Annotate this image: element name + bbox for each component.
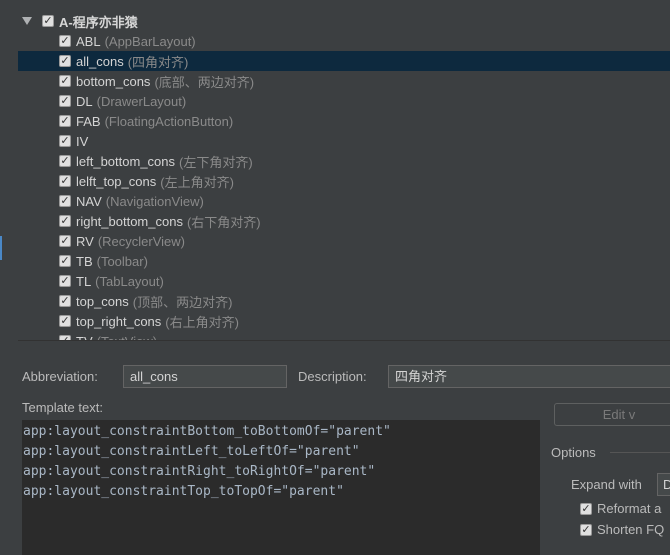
template-abbreviation: top_right_cons [76, 313, 162, 329]
template-item-checkbox[interactable]: ✓ [59, 135, 71, 147]
template-abbreviation: lelft_top_cons [76, 173, 157, 189]
template-description: (RecyclerView) [97, 233, 185, 249]
template-abbreviation: left_bottom_cons [76, 153, 176, 169]
template-description: (TabLayout) [95, 273, 164, 289]
description-label: Description: [298, 369, 367, 384]
template-item-checkbox[interactable]: ✓ [59, 275, 71, 287]
template-item-checkbox[interactable]: ✓ [59, 215, 71, 227]
template-description: (右上角对齐) [165, 314, 239, 330]
reformat-label: Reformat a [597, 501, 662, 516]
template-item-checkbox[interactable]: ✓ [59, 55, 71, 67]
template-item-checkbox[interactable]: ✓ [59, 335, 71, 340]
template-item-checkbox[interactable]: ✓ [59, 155, 71, 167]
template-abbreviation: top_cons [76, 293, 129, 309]
template-item-checkbox[interactable]: ✓ [59, 295, 71, 307]
template-item-row[interactable]: ✓ top_right_cons (右上角对齐) [18, 311, 670, 331]
template-item-checkbox[interactable]: ✓ [59, 35, 71, 47]
template-abbreviation: ABL [76, 33, 101, 49]
template-abbreviation: all_cons [76, 53, 124, 69]
template-item-row[interactable]: ✓ right_bottom_cons (右下角对齐) [18, 211, 670, 231]
template-abbreviation: NAV [76, 193, 102, 209]
template-item-checkbox[interactable]: ✓ [59, 95, 71, 107]
template-item-row[interactable]: ✓ bottom_cons (底部、两边对齐) [18, 71, 670, 91]
template-abbreviation: bottom_cons [76, 73, 151, 89]
template-description: (右下角对齐) [186, 214, 261, 230]
reformat-option[interactable]: ✓ Reformat a [580, 501, 661, 516]
template-item-checkbox[interactable]: ✓ [59, 255, 71, 267]
template-item-checkbox[interactable]: ✓ [59, 235, 71, 247]
template-text-editor[interactable]: app:layout_constraintBottom_toBottomOf="… [22, 420, 540, 555]
template-item-row[interactable]: ✓ NAV (NavigationView) [18, 191, 670, 211]
template-item-row[interactable]: ✓ IV [18, 131, 670, 151]
template-code-line: app:layout_constraintLeft_toLeftOf="pare… [23, 444, 360, 459]
template-item-row[interactable]: ✓ TB (Toolbar) [18, 251, 670, 271]
template-description: (NavigationView) [105, 193, 204, 209]
template-code-line: app:layout_constraintTop_toTopOf="parent… [23, 484, 344, 499]
template-description: (四角对齐) [127, 54, 189, 70]
template-description: (左上角对齐) [160, 174, 234, 190]
abbreviation-input[interactable]: all_cons [123, 365, 287, 388]
template-description: (底部、两边对齐) [154, 74, 255, 90]
template-description: (左下角对齐) [179, 154, 253, 170]
template-item-checkbox[interactable]: ✓ [59, 175, 71, 187]
template-description: (Toolbar) [96, 253, 148, 269]
template-code-line: app:layout_constraintBottom_toBottomOf="… [23, 424, 391, 439]
group-label: A-程序亦非猿 [59, 14, 138, 30]
template-abbreviation: TB [76, 253, 93, 269]
group-checkbox[interactable]: ✓ [42, 15, 54, 27]
template-item-row[interactable]: ✓ all_cons (四角对齐) [18, 51, 670, 71]
template-text-label: Template text: [22, 400, 103, 415]
template-item-row[interactable]: ✓ lelft_top_cons (左上角对齐) [18, 171, 670, 191]
template-item-checkbox[interactable]: ✓ [59, 115, 71, 127]
template-item-checkbox[interactable]: ✓ [59, 195, 71, 207]
template-description: (AppBarLayout) [104, 33, 196, 49]
template-abbreviation: TL [76, 273, 92, 289]
template-item-row[interactable]: ✓ left_bottom_cons (左下角对齐) [18, 151, 670, 171]
template-group-row[interactable]: ✓ A-程序亦非猿 [22, 12, 138, 30]
expand-with-dropdown[interactable]: D [657, 473, 670, 496]
template-item-row[interactable]: ✓ FAB (FloatingActionButton) [18, 111, 670, 131]
shorten-fq-checkbox[interactable]: ✓ [580, 523, 592, 536]
template-description: (TextView) [96, 333, 158, 341]
template-item-row[interactable]: ✓ TV (TextView) [18, 331, 670, 341]
template-abbreviation: RV [76, 233, 94, 249]
expand-triangle-icon[interactable] [22, 17, 32, 25]
edit-variables-button[interactable]: Edit v [554, 403, 670, 426]
template-code-line: app:layout_constraintRight_toRightOf="pa… [23, 464, 376, 479]
template-item-row[interactable]: ✓ RV (RecyclerView) [18, 231, 670, 251]
template-description: (顶部、两边对齐) [132, 294, 233, 310]
template-item-row[interactable]: ✓ ABL (AppBarLayout) [18, 31, 670, 51]
template-abbreviation: right_bottom_cons [76, 213, 183, 229]
template-abbreviation: IV [76, 133, 89, 149]
options-separator [610, 452, 670, 453]
template-description: (DrawerLayout) [96, 93, 187, 109]
template-item-row[interactable]: ✓ top_cons (顶部、两边对齐) [18, 291, 670, 311]
template-description: (FloatingActionButton) [104, 113, 234, 129]
options-label: Options [551, 445, 596, 460]
template-item-row[interactable]: ✓ DL (DrawerLayout) [18, 91, 670, 111]
abbreviation-label: Abbreviation: [22, 369, 98, 384]
reformat-checkbox[interactable]: ✓ [580, 502, 592, 515]
live-template-tree[interactable]: ✓ A-程序亦非猿 ✓ ABL (AppBarLayout) ✓ all_cons (四角… [18, 8, 670, 341]
shorten-fq-option[interactable]: ✓ Shorten FQ [580, 522, 664, 537]
template-abbreviation: DL [76, 93, 93, 109]
shorten-fq-label: Shorten FQ [597, 522, 665, 537]
left-accent-bar [0, 236, 2, 260]
template-item-checkbox[interactable]: ✓ [59, 315, 71, 327]
template-abbreviation: TV [76, 333, 93, 341]
description-input[interactable]: 四角对齐 [388, 365, 670, 388]
expand-with-label: Expand with [571, 477, 642, 492]
template-item-row[interactable]: ✓ TL (TabLayout) [18, 271, 670, 291]
template-abbreviation: FAB [76, 113, 101, 129]
template-item-checkbox[interactable]: ✓ [59, 75, 71, 87]
